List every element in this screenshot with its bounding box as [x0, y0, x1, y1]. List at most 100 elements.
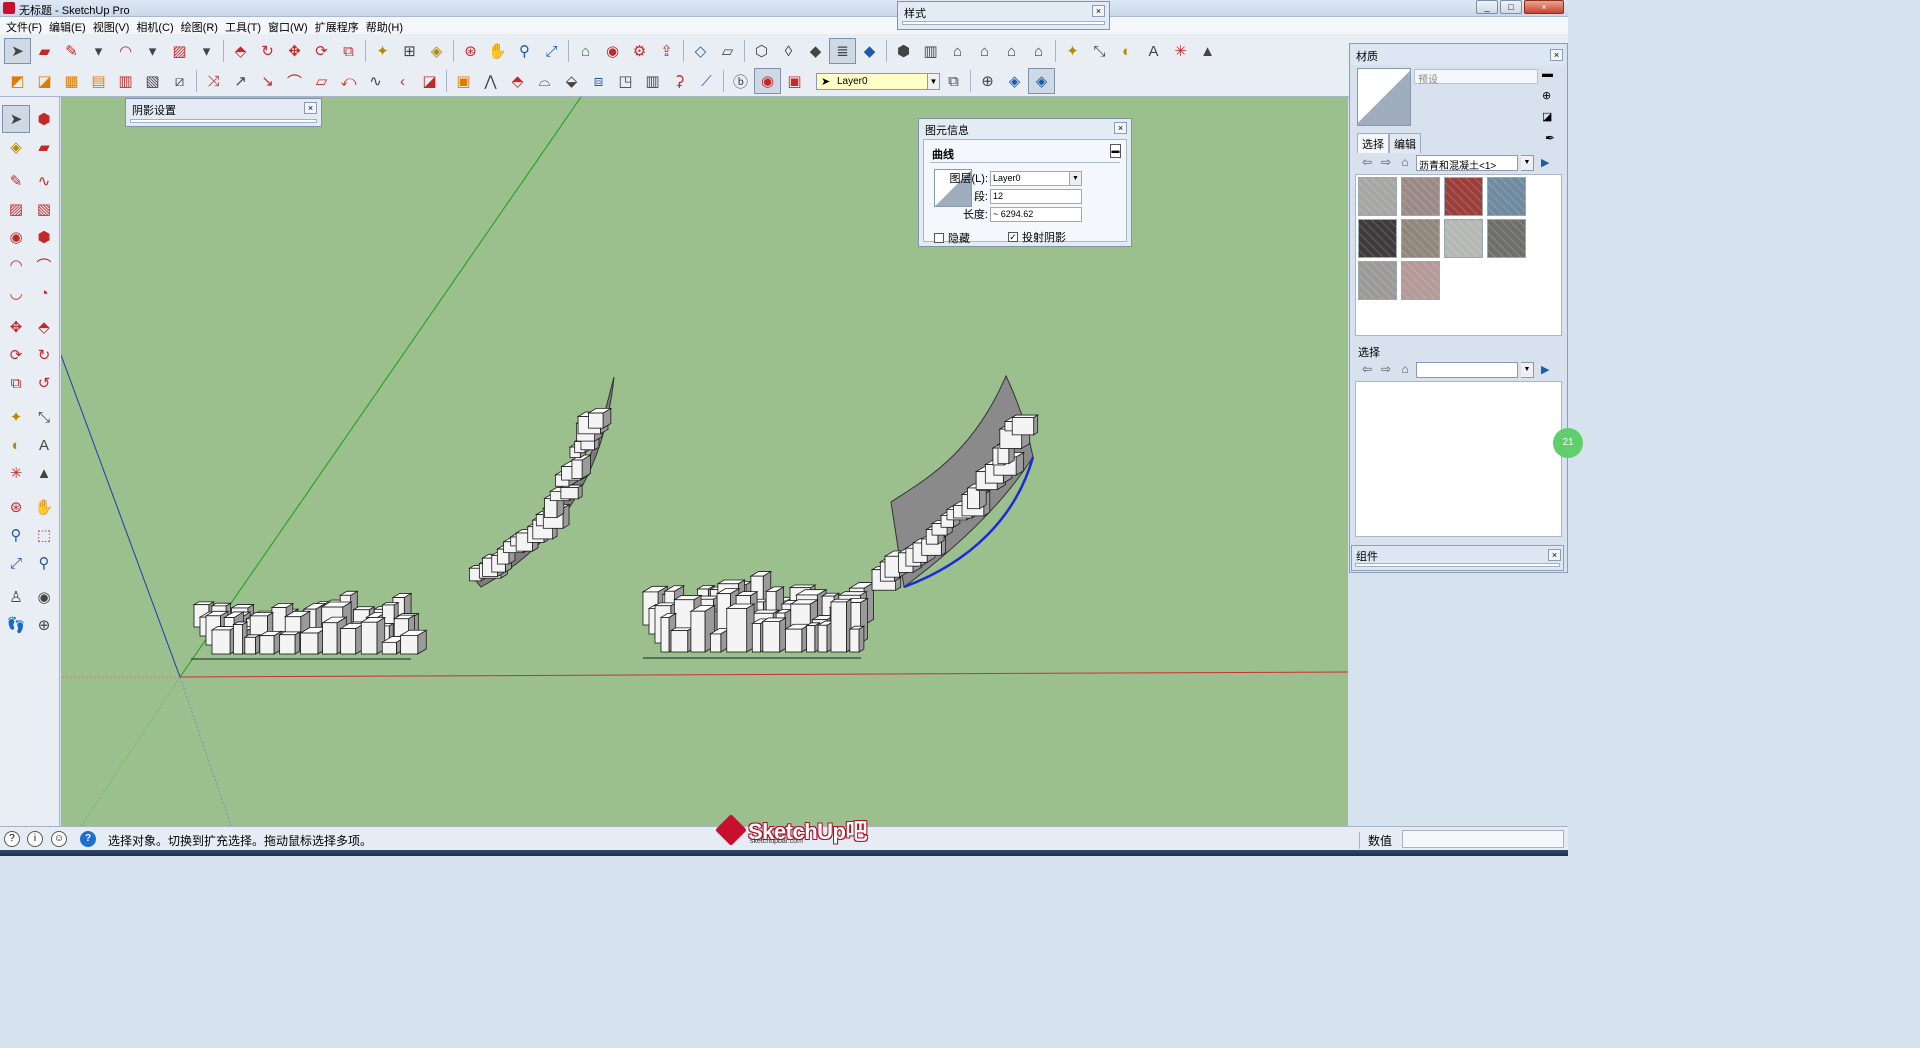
material-name-input[interactable]: 预设: [1414, 69, 1538, 86]
menu-tools[interactable]: 工具(T): [223, 17, 266, 34]
zoom-extents-icon[interactable]: ⤢: [2, 549, 30, 577]
secondary-material-list[interactable]: [1355, 381, 1562, 537]
close-button[interactable]: ×: [1524, 0, 1564, 14]
fredo-tool-2-icon[interactable]: ↗: [227, 68, 254, 94]
arc-icon[interactable]: ◠: [2, 251, 30, 279]
pencil-tool-icon[interactable]: ✎: [58, 38, 85, 64]
material-swatch[interactable]: [1487, 177, 1526, 216]
drape-tool-icon[interactable]: ▥: [112, 68, 139, 94]
tape-measure-construction-icon[interactable]: ✦: [1059, 38, 1086, 64]
cast-shadow-checkbox[interactable]: ✓: [1008, 232, 1018, 242]
scene-canvas[interactable]: [61, 97, 1348, 826]
sandbox-from-contours-icon[interactable]: ◩: [4, 68, 31, 94]
hidden-line-style-icon[interactable]: ⬡: [748, 38, 775, 64]
flip-edge-tool-icon[interactable]: ⧄: [166, 68, 193, 94]
rectangle-icon[interactable]: ▨: [2, 195, 30, 223]
geo-location-icon[interactable]: ?: [4, 831, 20, 847]
floating-badge[interactable]: 21: [1553, 428, 1583, 458]
zoom-tool-icon[interactable]: ⚲: [511, 38, 538, 64]
secondary-library-dropdown-icon[interactable]: ▼: [1521, 362, 1534, 378]
paint-bucket-icon[interactable]: ◈: [2, 133, 30, 161]
layer-select[interactable]: Layer0: [990, 170, 1070, 186]
material-swatch[interactable]: [1358, 177, 1397, 216]
share-model-icon[interactable]: ◉: [599, 38, 626, 64]
menu-view[interactable]: 视图(V): [91, 17, 135, 34]
extension-warehouse-icon[interactable]: ⚙: [626, 38, 653, 64]
material-swatch[interactable]: [1358, 261, 1397, 300]
material-swatch[interactable]: [1401, 177, 1440, 216]
shadow-panel-close-button[interactable]: ×: [304, 102, 317, 114]
left-view-icon[interactable]: ⌂: [1025, 38, 1052, 64]
previous-view-icon[interactable]: ⚲: [30, 549, 58, 577]
material-library-dropdown-icon[interactable]: ▼: [1521, 155, 1534, 171]
position-camera-icon[interactable]: ⊕: [974, 68, 1001, 94]
styles-panel-close-button[interactable]: ×: [1092, 5, 1105, 17]
top-view-icon[interactable]: ▥: [917, 38, 944, 64]
entity-info-collapse-icon[interactable]: ▬: [1110, 144, 1121, 158]
instructor-help-icon[interactable]: ?: [80, 831, 96, 847]
section-plane-icon[interactable]: ◈: [1001, 68, 1028, 94]
su-app-icon[interactable]: ▣: [781, 68, 808, 94]
send-to-layout-icon[interactable]: ⇪: [653, 38, 680, 64]
fredo-tool-1-icon[interactable]: ⤨: [200, 68, 227, 94]
look-around-icon[interactable]: ◉: [30, 583, 58, 611]
move-tool-icon[interactable]: ✥: [281, 38, 308, 64]
move-icon[interactable]: ✥: [2, 313, 30, 341]
fredo-tool-4-icon[interactable]: ⌒: [281, 68, 308, 94]
minimize-button[interactable]: _: [1476, 0, 1498, 14]
fredo-tool-6-icon[interactable]: ⤺: [335, 68, 362, 94]
material-swatch[interactable]: [1401, 219, 1440, 258]
line-tool-icon[interactable]: ✎: [2, 167, 30, 195]
scale-icon[interactable]: ⧉: [2, 369, 30, 397]
forward-arrow-icon[interactable]: ⇨: [1378, 155, 1394, 171]
back-edges-style-icon[interactable]: ◆: [856, 38, 883, 64]
zoom-window-icon[interactable]: ⬚: [30, 521, 58, 549]
fredo-tool-9-icon[interactable]: ◪: [416, 68, 443, 94]
solid-tool-10-icon[interactable]: ⟋: [693, 68, 720, 94]
menu-edit[interactable]: 编辑(E): [47, 17, 91, 34]
solid-tool-3-icon[interactable]: ⬘: [504, 68, 531, 94]
front-view-icon[interactable]: ⌂: [944, 38, 971, 64]
offset-icon[interactable]: ↺: [30, 369, 58, 397]
solid-tool-6-icon[interactable]: ⧈: [585, 68, 612, 94]
measurements-input[interactable]: [1402, 830, 1564, 848]
monochrome-style-icon[interactable]: ≣: [829, 38, 856, 64]
length-field[interactable]: ~ 6294.62: [990, 206, 1082, 222]
follow-me-icon[interactable]: ↻: [30, 341, 58, 369]
axes-icon[interactable]: ✳: [2, 459, 30, 487]
details-arrow-icon[interactable]: ▶: [1541, 156, 1555, 170]
solid-tool-9-icon[interactable]: ⚳: [666, 68, 693, 94]
solid-tool-4-icon[interactable]: ⌓: [531, 68, 558, 94]
section-plane-icon[interactable]: ⊕: [30, 611, 58, 639]
tab-edit[interactable]: 编辑: [1389, 133, 1421, 153]
push-pull-icon[interactable]: ⬘: [30, 313, 58, 341]
sample-paint-icon[interactable]: ✒: [1545, 131, 1555, 145]
menu-camera[interactable]: 相机(C): [134, 17, 178, 34]
user-icon[interactable]: ☺: [51, 831, 67, 847]
eraser-tool-icon[interactable]: ▰: [31, 38, 58, 64]
display-secondary-pane-icon[interactable]: ▬: [1542, 68, 1553, 80]
default-material-icon[interactable]: ◪: [1542, 110, 1552, 123]
text-tool-icon[interactable]: A: [1140, 38, 1167, 64]
smoove-tool-icon[interactable]: ▦: [58, 68, 85, 94]
material-swatch[interactable]: [1358, 219, 1397, 258]
axes-tool-icon[interactable]: ✳: [1167, 38, 1194, 64]
home-icon[interactable]: ⌂: [1397, 362, 1413, 378]
solid-tool-5-icon[interactable]: ⬙: [558, 68, 585, 94]
protractor-icon[interactable]: ◐: [2, 431, 30, 459]
material-swatch[interactable]: [1487, 219, 1526, 258]
forward-arrow-icon[interactable]: ⇨: [1378, 362, 1394, 378]
plugin-ruby-icon[interactable]: ◉: [754, 68, 781, 94]
modeling-viewport[interactable]: [61, 97, 1348, 826]
fredo-tool-8-icon[interactable]: ‹: [389, 68, 416, 94]
protractor-tool-icon[interactable]: ◐: [1113, 38, 1140, 64]
layer-selector[interactable]: ➤ Layer0 ▼: [816, 72, 940, 90]
fredo-tool-3-icon[interactable]: ↘: [254, 68, 281, 94]
fredo-tool-7-icon[interactable]: ∿: [362, 68, 389, 94]
3d-text-tool-icon[interactable]: ▲: [1194, 38, 1221, 64]
push-pull-tool-icon[interactable]: ⬘: [227, 38, 254, 64]
solid-tool-1-icon[interactable]: ▣: [450, 68, 477, 94]
material-swatch[interactable]: [1401, 261, 1440, 300]
plugin-1b-icon[interactable]: ⓑ: [727, 68, 754, 94]
pie-icon[interactable]: ◔: [30, 279, 58, 307]
